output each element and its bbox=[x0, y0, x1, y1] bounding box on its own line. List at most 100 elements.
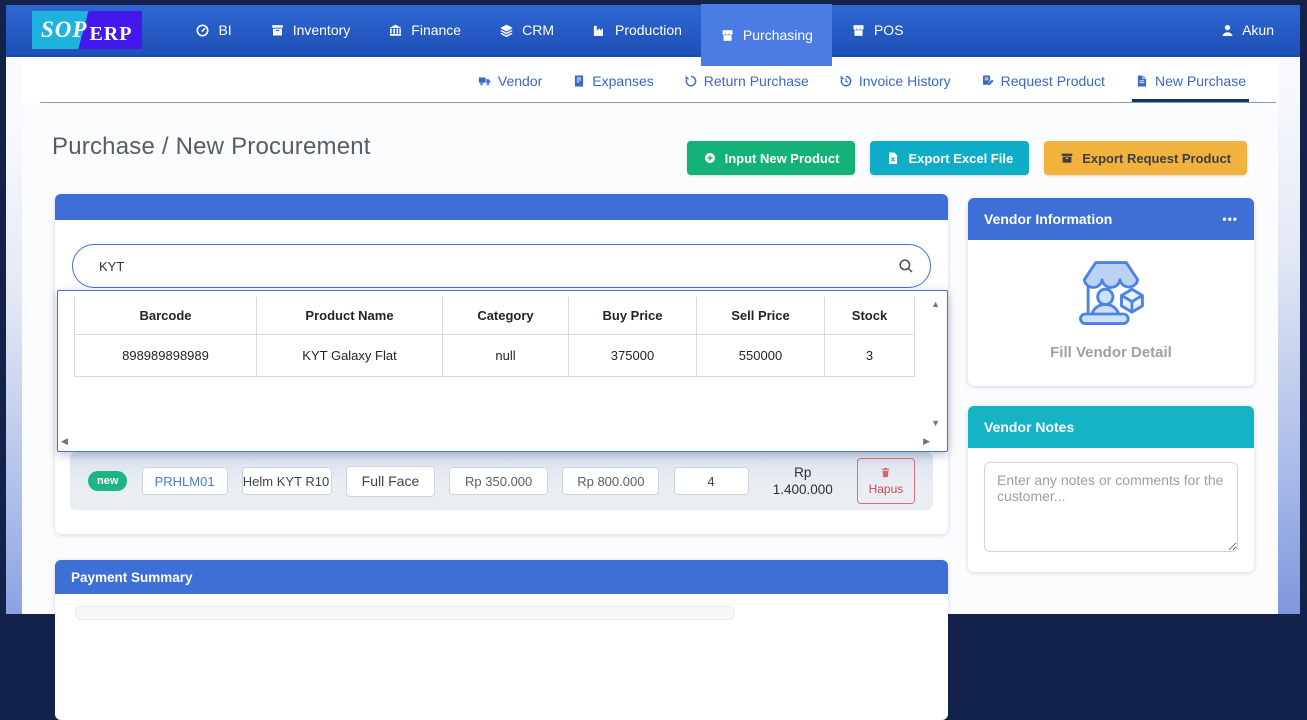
item-category-input[interactable] bbox=[345, 465, 435, 497]
item-code-input[interactable] bbox=[141, 467, 228, 495]
nav-item-label: Finance bbox=[411, 22, 462, 38]
nav-item-label: Production bbox=[614, 22, 682, 38]
product-lookup-dropdown: Barcode Product Name Category Buy Price … bbox=[57, 290, 948, 452]
vendor-information-header: Vendor Information ••• bbox=[968, 198, 1254, 240]
scroll-right-arrow[interactable]: ▶ bbox=[923, 437, 930, 446]
product-search-input[interactable] bbox=[72, 244, 931, 288]
top-navbar: SOP ERP BI Inventory Finance CRM Product… bbox=[6, 4, 1300, 66]
vendor-notes-textarea[interactable] bbox=[984, 462, 1238, 552]
cash-box-icon bbox=[1061, 153, 1073, 163]
col-buy-price: Buy Price bbox=[568, 297, 697, 335]
line-item-row: new Rp 1.400.000 Hapus bbox=[70, 452, 933, 510]
cell-category: null bbox=[442, 333, 569, 377]
cell-sell-price: 550000 bbox=[696, 333, 825, 377]
vendor-information-body: Fill Vendor Detail bbox=[968, 240, 1254, 361]
main-menu: BI Inventory Finance CRM Production Purc… bbox=[176, 4, 923, 66]
logo-sop-text: SOP bbox=[41, 17, 88, 42]
factory-icon bbox=[593, 25, 603, 36]
subnav-request-product[interactable]: Request Product bbox=[981, 59, 1105, 103]
vendor-notes-header: Vendor Notes bbox=[968, 406, 1254, 448]
subnav-vendor[interactable]: Vendor bbox=[478, 59, 542, 103]
delete-item-label: Hapus bbox=[868, 482, 904, 496]
page-title: Purchase / New Procurement bbox=[52, 133, 371, 160]
payment-summary-field-peek bbox=[75, 606, 735, 620]
col-stock: Stock bbox=[824, 297, 915, 335]
item-name-input[interactable] bbox=[241, 467, 332, 495]
app-logo: SOP ERP bbox=[32, 11, 143, 49]
scroll-down-arrow[interactable]: ▼ bbox=[931, 419, 940, 428]
payment-summary-title: Payment Summary bbox=[71, 569, 193, 585]
scroll-up-arrow[interactable]: ▲ bbox=[931, 300, 940, 309]
history-icon bbox=[840, 75, 852, 87]
product-search bbox=[72, 244, 931, 288]
invoice-icon bbox=[575, 75, 584, 87]
export-request-product-button[interactable]: Export Request Product bbox=[1044, 141, 1247, 175]
archive-icon bbox=[271, 24, 283, 35]
nav-item-pos[interactable]: POS bbox=[832, 4, 923, 56]
purchasing-subnav: Vendor Expanses Return Purchase Invoice … bbox=[22, 59, 1278, 103]
subnav-label: Invoice History bbox=[858, 73, 951, 89]
truck-icon bbox=[478, 77, 491, 86]
nav-item-bi[interactable]: BI bbox=[176, 4, 250, 56]
item-total-amount: 1.400.000 bbox=[772, 482, 833, 497]
account-menu[interactable]: Akun bbox=[1220, 22, 1274, 38]
main-panel: Purchase / New Procurement Input New Pro… bbox=[22, 103, 1278, 720]
subnav-label: New Purchase bbox=[1154, 73, 1246, 89]
subnav-label: Return Purchase bbox=[703, 73, 809, 89]
table-header-row: Barcode Product Name Category Buy Price … bbox=[74, 297, 915, 335]
vendor-information-card: Vendor Information ••• Fill Vendor Detai… bbox=[968, 198, 1254, 386]
app-window: SOP ERP BI Inventory Finance CRM Product… bbox=[6, 4, 1300, 720]
layers-icon bbox=[500, 24, 513, 37]
payment-summary-card: Payment Summary bbox=[55, 560, 948, 720]
new-badge: new bbox=[88, 471, 128, 491]
col-product-name: Product Name bbox=[256, 297, 443, 335]
nav-item-label: CRM bbox=[522, 22, 554, 38]
search-icon[interactable] bbox=[897, 257, 915, 275]
vendor-notes-title: Vendor Notes bbox=[984, 419, 1075, 435]
nav-item-purchasing[interactable]: Purchasing bbox=[700, 4, 832, 66]
delete-item-button[interactable]: Hapus bbox=[856, 458, 915, 504]
nav-item-crm[interactable]: CRM bbox=[480, 4, 573, 56]
scroll-left-arrow[interactable]: ◀ bbox=[61, 437, 68, 446]
item-total-currency: Rp bbox=[794, 465, 812, 480]
purchase-card-header bbox=[55, 194, 948, 220]
tachometer-icon bbox=[196, 23, 209, 37]
logo-erp-text: ERP bbox=[89, 22, 133, 45]
col-barcode: Barcode bbox=[74, 297, 257, 335]
vendor-notes-card: Vendor Notes bbox=[968, 406, 1254, 572]
file-excel-icon bbox=[889, 152, 898, 164]
storefront-icon bbox=[1079, 261, 1144, 325]
subnav-new-purchase[interactable]: New Purchase bbox=[1131, 59, 1250, 103]
button-label: Export Request Product bbox=[1082, 150, 1231, 166]
payment-summary-header: Payment Summary bbox=[55, 560, 948, 594]
ellipsis-menu-icon[interactable]: ••• bbox=[1222, 212, 1238, 226]
button-label: Export Excel File bbox=[908, 150, 1014, 166]
item-buy-price-input[interactable] bbox=[449, 467, 549, 495]
nav-item-production[interactable]: Production bbox=[573, 4, 701, 56]
export-excel-button[interactable]: Export Excel File bbox=[870, 141, 1030, 175]
input-new-product-button[interactable]: Input New Product bbox=[686, 141, 856, 175]
nav-item-label: Inventory bbox=[292, 22, 351, 38]
vendor-notes-body bbox=[968, 448, 1254, 571]
file-pen-icon bbox=[982, 75, 994, 86]
table-row[interactable]: 898989898989 KYT Galaxy Flat null 375000… bbox=[74, 333, 915, 377]
action-buttons: Input New Product Export Excel File Expo… bbox=[686, 141, 1247, 175]
plus-circle-icon bbox=[704, 152, 715, 164]
subnav-invoice-history[interactable]: Invoice History bbox=[839, 59, 951, 103]
item-qty-input[interactable] bbox=[673, 467, 749, 495]
nav-item-inventory[interactable]: Inventory bbox=[251, 4, 370, 56]
nav-item-label: BI bbox=[218, 22, 232, 38]
item-sell-price-input[interactable] bbox=[562, 467, 660, 495]
trash-icon bbox=[882, 467, 890, 478]
undo-icon bbox=[685, 75, 697, 87]
col-category: Category bbox=[442, 297, 569, 335]
file-icon bbox=[1137, 75, 1147, 87]
subnav-label: Vendor bbox=[497, 73, 543, 89]
nav-item-finance[interactable]: Finance bbox=[369, 4, 480, 56]
user-icon bbox=[1222, 24, 1233, 36]
nav-item-label: Purchasing bbox=[742, 27, 813, 43]
vendor-empty-text: Fill Vendor Detail bbox=[1050, 344, 1172, 361]
button-label: Input New Product bbox=[724, 150, 840, 166]
subnav-expanses[interactable]: Expanses bbox=[572, 59, 654, 103]
item-total: Rp 1.400.000 bbox=[763, 464, 843, 498]
